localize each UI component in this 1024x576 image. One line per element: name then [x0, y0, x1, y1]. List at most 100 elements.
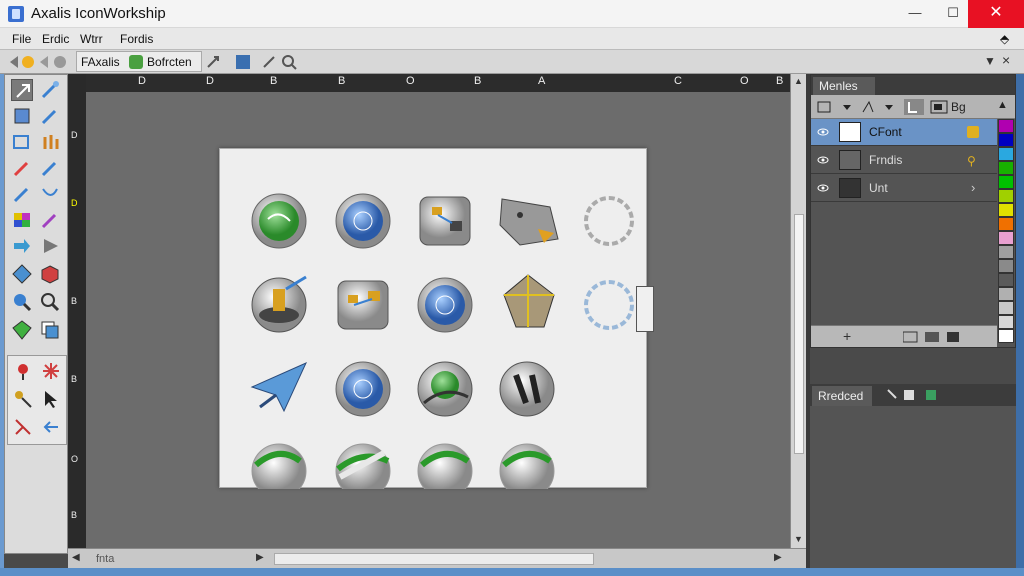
eyedropper-icon[interactable] — [11, 157, 33, 179]
green-link-icon[interactable] — [335, 443, 391, 499]
empty-circle-icon[interactable] — [584, 196, 634, 246]
vertical-scrollbar[interactable]: ▲ ▼ — [790, 74, 806, 548]
magic-wand-icon[interactable] — [39, 79, 61, 101]
menu-edit[interactable]: Erdic — [42, 32, 69, 46]
play-icon[interactable] — [39, 235, 61, 257]
green-circle-icon[interactable] — [499, 443, 555, 499]
toolbar-icons-left[interactable] — [8, 53, 68, 71]
sparkle-icon[interactable] — [40, 360, 62, 382]
blend-dropdown[interactable] — [859, 99, 899, 115]
zoom-icon[interactable] — [39, 291, 61, 313]
color-swatch[interactable] — [998, 245, 1014, 259]
green-globe-icon[interactable] — [251, 193, 307, 249]
palette-icon[interactable] — [11, 209, 33, 231]
layer-name[interactable]: CFont — [869, 125, 902, 139]
document-flow-icon[interactable] — [337, 280, 389, 330]
crop-icon[interactable] — [11, 105, 33, 127]
horizontal-scroll-thumb[interactable] — [274, 553, 594, 565]
lock-icon[interactable] — [903, 98, 925, 116]
color-swatch[interactable] — [998, 189, 1014, 203]
scroll-icon[interactable] — [499, 198, 559, 246]
resize-handle[interactable] — [636, 286, 654, 332]
layer-name[interactable]: Frndis — [869, 153, 902, 167]
pencil-icon[interactable] — [39, 105, 61, 127]
blue-globe-icon[interactable] — [335, 361, 391, 417]
color-swatch[interactable] — [998, 231, 1014, 245]
green-circle-icon[interactable] — [417, 443, 473, 499]
tab-axalis[interactable]: FAxalis — [81, 55, 120, 69]
add-layer-icon[interactable]: + — [843, 328, 851, 344]
document-flow-icon[interactable] — [419, 196, 471, 246]
layers-icon[interactable] — [39, 319, 61, 341]
cursor-icon[interactable] — [40, 388, 62, 410]
gem-icon[interactable] — [11, 319, 33, 341]
menu-view[interactable]: Wtrr — [80, 32, 103, 46]
tab-bofrcten[interactable]: Bofrcten — [147, 55, 192, 69]
icon-sheet[interactable] — [219, 148, 647, 499]
layer-row[interactable]: CFont — [811, 119, 997, 146]
menu-options-icon[interactable]: ⬘ — [1000, 32, 1009, 46]
eye-icon[interactable] — [817, 154, 829, 166]
color-swatch[interactable] — [998, 161, 1014, 175]
vertical-scroll-thumb[interactable] — [794, 214, 804, 454]
empty-circle-icon[interactable] — [584, 280, 634, 330]
arrow-left-icon[interactable] — [40, 416, 62, 438]
maximize-button[interactable]: ☐ — [934, 0, 972, 28]
dark-tools-icon[interactable] — [499, 361, 555, 417]
color-swatch[interactable] — [998, 287, 1014, 301]
menu-file[interactable]: File — [12, 32, 31, 46]
zoom-in-icon[interactable] — [11, 291, 33, 313]
layer-row[interactable]: Frndis ⚲ — [811, 147, 997, 174]
color-swatch[interactable] — [998, 217, 1014, 231]
bezier-icon[interactable] — [39, 183, 61, 205]
color-swatch[interactable] — [998, 133, 1014, 147]
green-circle-icon[interactable] — [251, 443, 307, 499]
layer-mode-dropdown[interactable] — [817, 99, 857, 115]
color-swatch[interactable] — [998, 329, 1014, 343]
marker-icon[interactable] — [39, 209, 61, 231]
hammer-icon[interactable] — [251, 275, 307, 333]
layer-badge-icon[interactable] — [967, 126, 979, 138]
layers-collapse-icon[interactable]: ▲ — [997, 99, 1008, 111]
diamond-icon[interactable] — [11, 263, 33, 285]
pen-icon[interactable] — [39, 157, 61, 179]
arrow-right-icon[interactable] — [11, 235, 33, 257]
menu-format[interactable]: Fordis — [120, 32, 153, 46]
line-tool-icon[interactable] — [11, 183, 33, 205]
picture-icon[interactable] — [929, 98, 949, 116]
brush-icon[interactable] — [39, 131, 61, 153]
tab-rredced[interactable]: Rredced — [812, 386, 872, 406]
toolbar-dropdown-arrow[interactable]: ▼ — [984, 54, 996, 68]
layer-row[interactable]: Unt › — [811, 175, 997, 202]
select-tool-icon[interactable] — [11, 79, 33, 101]
horizontal-scrollbar[interactable]: ◀ fnta ▶ ▶ — [68, 548, 806, 568]
eye-icon[interactable] — [817, 126, 829, 138]
pyramid-icon[interactable] — [503, 274, 555, 328]
color-swatch[interactable] — [998, 175, 1014, 189]
color-swatch[interactable] — [998, 259, 1014, 273]
chevron-right-icon[interactable]: › — [971, 180, 975, 195]
color-swatch[interactable] — [998, 147, 1014, 161]
minimize-button[interactable]: — — [896, 0, 934, 28]
layer-search-icon[interactable]: ⚲ — [967, 154, 976, 168]
secondary-panel-icons[interactable] — [886, 388, 946, 402]
color-swatch[interactable] — [998, 301, 1014, 315]
blue-globe-icon[interactable] — [417, 277, 473, 333]
color-swatch[interactable] — [998, 119, 1014, 133]
pin-icon[interactable] — [12, 360, 34, 382]
blue-globe-icon[interactable] — [335, 193, 391, 249]
color-swatch[interactable] — [998, 315, 1014, 329]
close-button[interactable]: ✕ — [968, 0, 1024, 28]
airplane-icon[interactable] — [250, 362, 308, 413]
eye-icon[interactable] — [817, 182, 829, 194]
color-swatch[interactable] — [998, 203, 1014, 217]
toolbar-close-icon[interactable]: × — [1002, 52, 1010, 68]
layer-name[interactable]: Unt — [869, 181, 888, 195]
cube-icon[interactable] — [39, 263, 61, 285]
color-swatch[interactable] — [998, 273, 1014, 287]
measure-icon[interactable] — [12, 416, 34, 438]
selection-rect-icon[interactable] — [11, 131, 33, 153]
layer-action-icons[interactable] — [903, 330, 967, 344]
key-icon[interactable] — [12, 388, 34, 410]
layers-tab[interactable]: Menles — [813, 77, 875, 95]
